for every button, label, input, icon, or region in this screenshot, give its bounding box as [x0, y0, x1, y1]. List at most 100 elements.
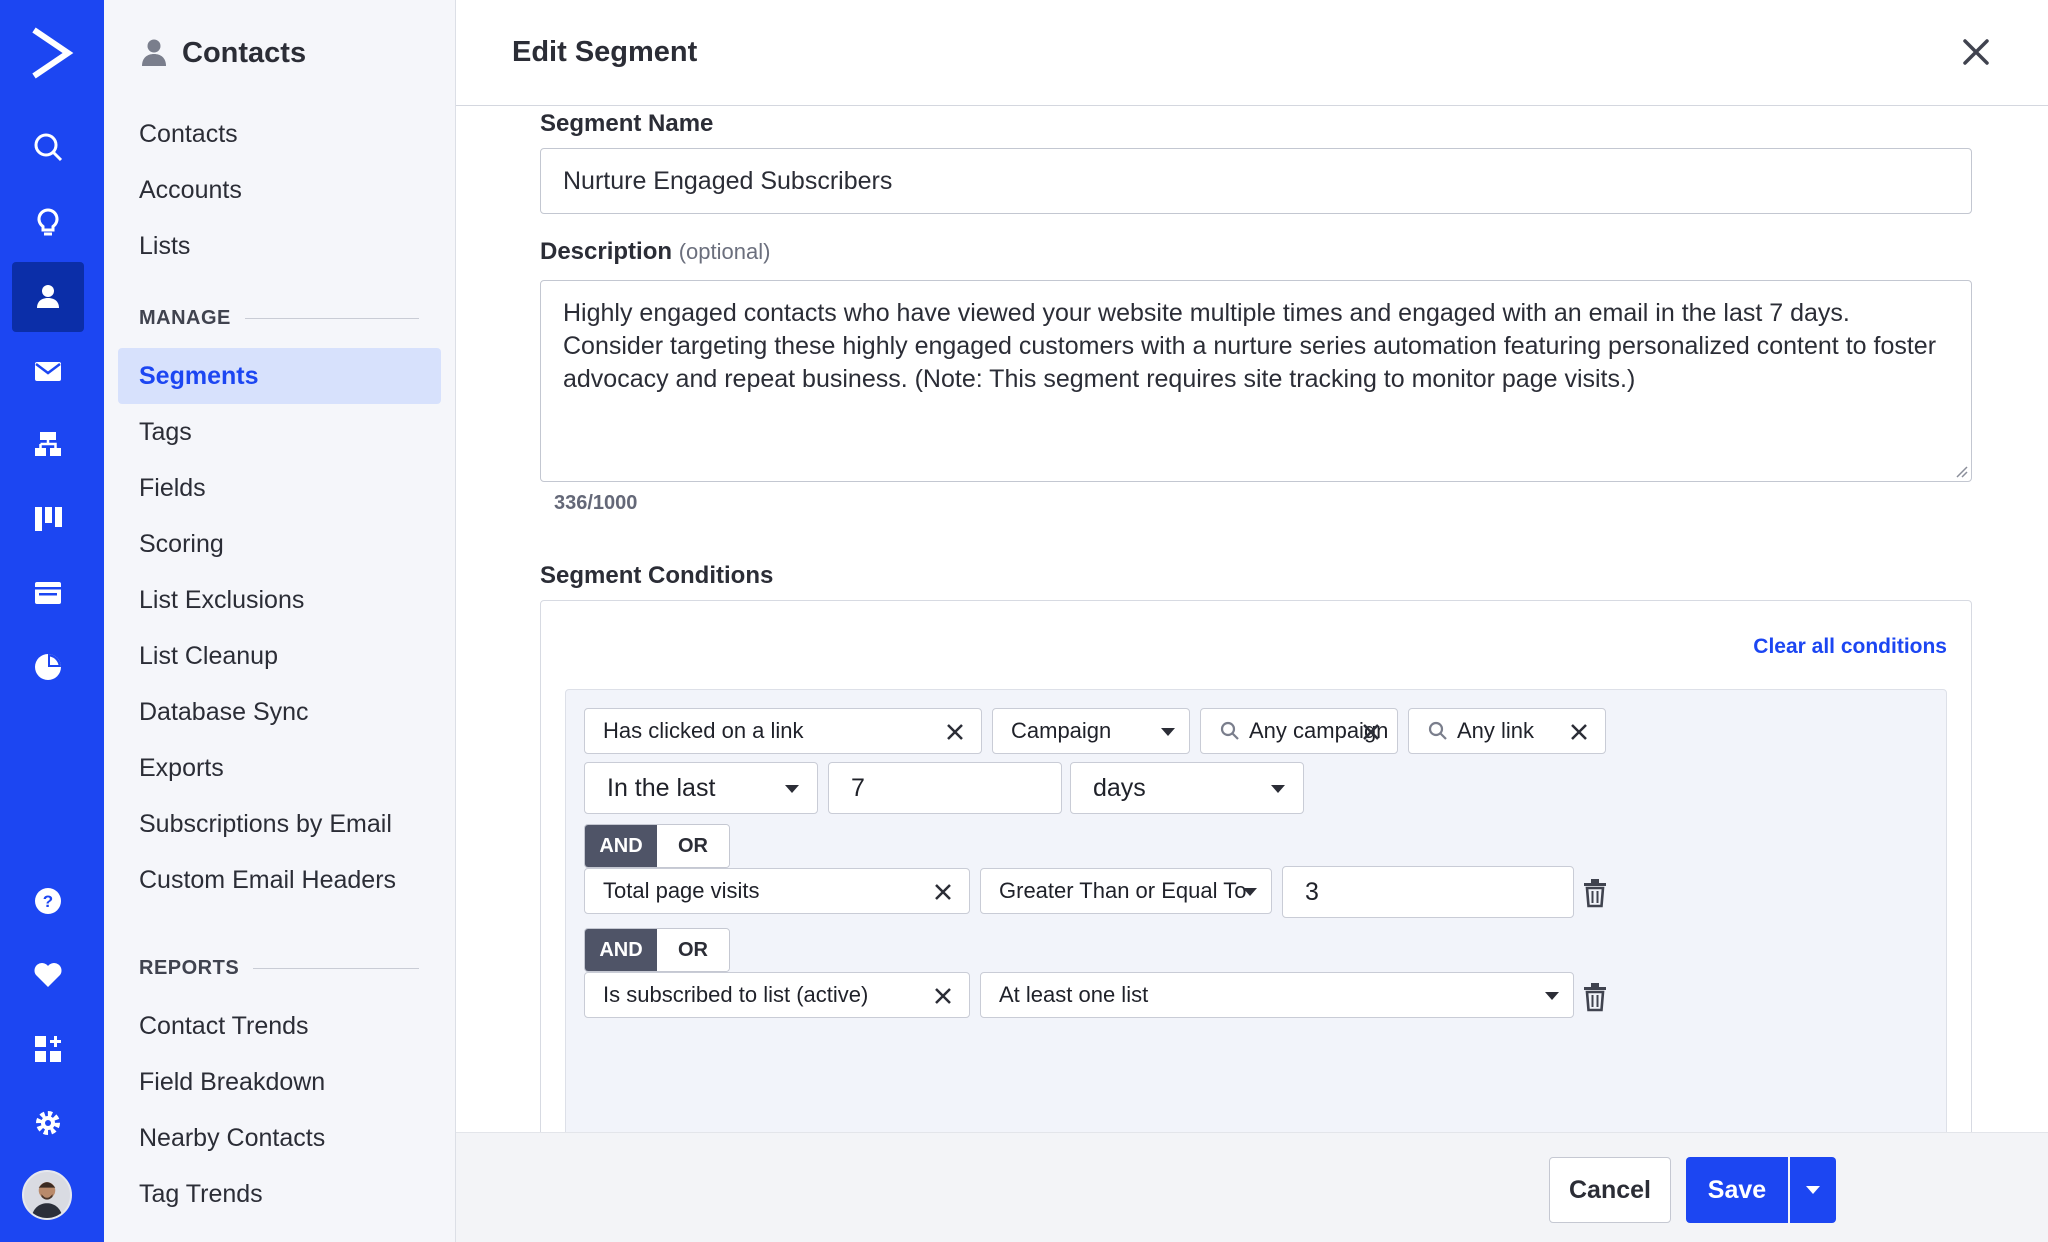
website-icon[interactable] [12, 558, 84, 628]
resize-handle-icon[interactable] [1954, 464, 1968, 478]
automation-icon[interactable] [12, 410, 84, 480]
chevron-down-icon [1271, 785, 1285, 793]
sidebar-item-exports[interactable]: Exports [118, 740, 441, 796]
segment-name-label: Segment Name [540, 110, 714, 137]
chevron-down-icon [785, 785, 799, 793]
sidebar-item-nearby-contacts[interactable]: Nearby Contacts [118, 1110, 441, 1166]
time-amount-input[interactable]: 7 [828, 762, 1062, 814]
chevron-down-icon [1161, 728, 1175, 736]
condition-field-value: Total page visits [603, 878, 760, 903]
manage-label: MANAGE [139, 306, 231, 329]
svg-text:?: ? [43, 892, 53, 911]
clear-icon[interactable] [943, 720, 967, 744]
time-unit-value: days [1093, 773, 1146, 802]
person-icon [142, 39, 166, 66]
settings-icon[interactable] [12, 1088, 84, 1158]
and-or-toggle: AND OR [584, 824, 730, 868]
sidebar-item-database-sync[interactable]: Database Sync [118, 684, 441, 740]
search-icon[interactable] [12, 112, 84, 182]
app-rail: ? [0, 0, 104, 1242]
condition-group: Has clicked on a link Campaign Any campa… [565, 689, 1947, 1169]
condition-field-select[interactable]: Total page visits [584, 868, 970, 914]
search-icon [1428, 721, 1447, 740]
list-operator-select[interactable]: At least one list [980, 972, 1574, 1018]
link-search-value: Any link [1457, 718, 1535, 743]
condition-field-select[interactable]: Is subscribed to list (active) [584, 972, 970, 1018]
activecampaign-logo[interactable] [28, 26, 74, 80]
sidebar-item-tag-trends[interactable]: Tag Trends [118, 1166, 441, 1222]
conditions-container: Clear all conditions Has clicked on a li… [540, 600, 1972, 1169]
and-or-toggle: AND OR [584, 928, 730, 972]
sidebar-item-subscriptions-by-email[interactable]: Subscriptions by Email [118, 796, 441, 852]
search-icon [1220, 721, 1239, 740]
save-button[interactable]: Save [1686, 1157, 1788, 1223]
sidebar-item-tags[interactable]: Tags [118, 404, 441, 460]
panel-footer: Cancel Save [456, 1132, 2048, 1242]
segment-conditions-label: Segment Conditions [540, 562, 774, 589]
campaign-search-select[interactable]: Any campaign [1200, 708, 1398, 754]
save-options-button[interactable] [1790, 1157, 1836, 1223]
sidebar-item-field-breakdown[interactable]: Field Breakdown [118, 1054, 441, 1110]
and-button[interactable]: AND [585, 929, 657, 971]
condition-field-select[interactable]: Has clicked on a link [584, 708, 982, 754]
campaign-type-select[interactable]: Campaign [992, 708, 1190, 754]
sidebar-item-list-cleanup[interactable]: List Cleanup [118, 628, 441, 684]
sidebar-item-contacts[interactable]: Contacts [118, 106, 441, 162]
clear-icon[interactable] [1359, 720, 1383, 744]
cancel-button[interactable]: Cancel [1549, 1157, 1671, 1223]
trash-icon[interactable] [1582, 878, 1608, 908]
segment-form: Segment Name Nurture Engaged Subscribers… [540, 106, 1972, 1169]
sidebar-item-list-exclusions[interactable]: List Exclusions [118, 572, 441, 628]
sidebar-title: Contacts [182, 36, 307, 69]
help-icon[interactable]: ? [12, 866, 84, 936]
sidebar-item-fields[interactable]: Fields [118, 460, 441, 516]
sidebar-item-segments[interactable]: Segments [118, 348, 441, 404]
operator-select[interactable]: Greater Than or Equal To [980, 868, 1272, 914]
reports-icon[interactable] [12, 632, 84, 702]
panel-header: Edit Segment [456, 0, 2048, 106]
list-operator-value: At least one list [999, 982, 1149, 1007]
contacts-sidebar: Contacts Contacts Accounts Lists MANAGE … [104, 0, 456, 1242]
lightbulb-icon[interactable] [12, 188, 84, 258]
sidebar-item-custom-email-headers[interactable]: Custom Email Headers [118, 852, 441, 908]
condition-value-input[interactable]: 3 [1282, 866, 1574, 918]
sidebar-item-scoring[interactable]: Scoring [118, 516, 441, 572]
condition-field-value: Has clicked on a link [603, 718, 804, 743]
and-button[interactable]: AND [585, 825, 657, 867]
or-button[interactable]: OR [657, 825, 729, 867]
edit-segment-panel: Edit Segment Segment Name Nurture Engage… [456, 0, 2048, 1242]
optional-hint: (optional) [678, 239, 771, 264]
heart-icon[interactable] [12, 940, 84, 1010]
trash-icon[interactable] [1582, 982, 1608, 1012]
clear-icon[interactable] [931, 984, 955, 1008]
character-counter: 336/1000 [554, 492, 638, 514]
time-unit-select[interactable]: days [1070, 762, 1304, 814]
sidebar-item-contact-trends[interactable]: Contact Trends [118, 998, 441, 1054]
deals-icon[interactable] [12, 484, 84, 554]
condition-field-value: Is subscribed to list (active) [603, 982, 869, 1007]
chevron-down-icon [1243, 888, 1257, 896]
segment-name-input[interactable]: Nurture Engaged Subscribers [540, 148, 1972, 214]
close-icon[interactable] [1956, 32, 1996, 72]
time-range-select[interactable]: In the last [584, 762, 818, 814]
clear-icon[interactable] [1567, 720, 1591, 744]
condition-value: 3 [1305, 877, 1319, 906]
or-button[interactable]: OR [657, 929, 729, 971]
manage-section-header: MANAGE [104, 288, 455, 348]
link-search-select[interactable]: Any link [1408, 708, 1606, 754]
sidebar-item-accounts[interactable]: Accounts [118, 162, 441, 218]
description-label-text: Description [540, 238, 673, 265]
sidebar-item-lists[interactable]: Lists [118, 218, 441, 274]
reports-section-header: REPORTS [104, 938, 455, 998]
description-text: Highly engaged contacts who have viewed … [563, 299, 1937, 393]
mail-icon[interactable] [12, 336, 84, 406]
description-textarea[interactable]: Highly engaged contacts who have viewed … [540, 280, 1972, 482]
clear-all-conditions-link[interactable]: Clear all conditions [1753, 635, 1947, 659]
reports-label: REPORTS [139, 956, 240, 979]
campaign-type-value: Campaign [1011, 718, 1112, 743]
clear-icon[interactable] [931, 880, 955, 904]
user-avatar[interactable] [22, 1170, 72, 1220]
apps-icon[interactable] [12, 1014, 84, 1084]
contacts-icon[interactable] [12, 262, 84, 332]
time-range-value: In the last [607, 773, 716, 802]
